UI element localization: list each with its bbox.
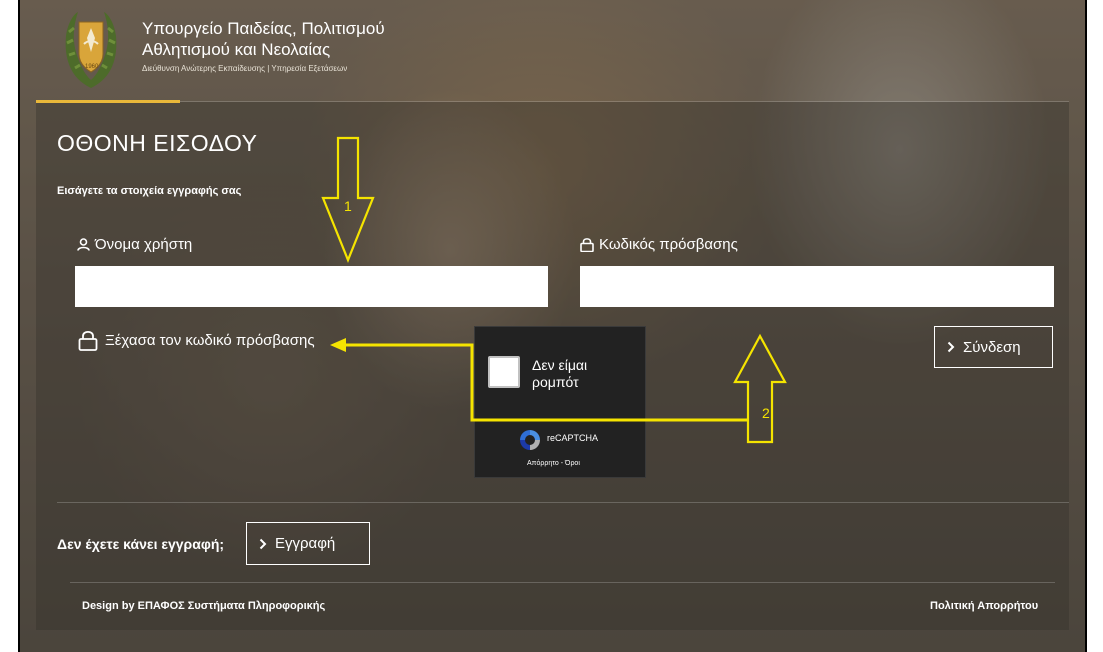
annotation-arrowhead-left: [330, 338, 346, 352]
annotation-connector-line: [342, 343, 748, 422]
annotation-marker-1: 1: [344, 198, 352, 214]
annotation-overlay: [321, 136, 787, 444]
annotation-marker-2: 2: [762, 405, 770, 421]
annotation-arrow-up: [733, 333, 787, 444]
